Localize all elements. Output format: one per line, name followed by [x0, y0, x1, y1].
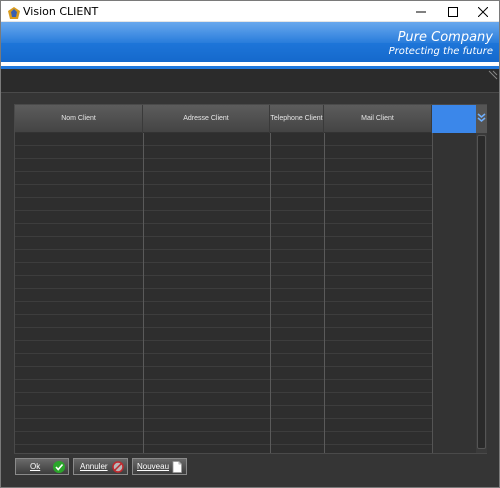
table-row[interactable]: [15, 237, 432, 250]
table-row[interactable]: [15, 250, 432, 263]
window-title: Vision CLIENT: [23, 5, 99, 18]
company-name: Pure Company: [397, 30, 493, 45]
table-row[interactable]: [15, 263, 432, 276]
column-header-nom-client[interactable]: Nom Client: [15, 105, 143, 133]
cancel-icon: [112, 461, 124, 473]
table-row[interactable]: [15, 289, 432, 302]
company-tagline: Protecting the future: [388, 46, 493, 57]
client-table[interactable]: Nom Client Adresse Client Telephone Clie…: [14, 104, 487, 454]
new-document-icon: [171, 461, 183, 473]
column-divider: [143, 133, 144, 453]
table-row[interactable]: [15, 276, 432, 289]
ok-button-label: Ok: [30, 462, 41, 471]
toolbar-strip: [1, 69, 499, 93]
close-button[interactable]: [467, 1, 499, 22]
annuler-button[interactable]: Annuler: [73, 458, 128, 475]
table-row[interactable]: [15, 146, 432, 159]
app-window: Vision CLIENT Pure Company Protecting th…: [0, 0, 500, 488]
table-row[interactable]: [15, 328, 432, 341]
table-header: Nom Client Adresse Client Telephone Clie…: [15, 105, 432, 133]
ok-button[interactable]: Ok: [15, 458, 69, 475]
table-row[interactable]: [15, 393, 432, 406]
table-row[interactable]: [15, 185, 432, 198]
table-row[interactable]: [15, 419, 432, 432]
double-chevron-down-icon: [477, 113, 486, 122]
table-row[interactable]: [15, 432, 432, 445]
table-row[interactable]: [15, 406, 432, 419]
nouveau-button-label: Nouveau: [137, 462, 170, 471]
minimize-button[interactable]: [405, 1, 437, 22]
table-row[interactable]: [15, 315, 432, 328]
maximize-button[interactable]: [437, 1, 469, 22]
table-row[interactable]: [15, 172, 432, 185]
scroll-down-button[interactable]: [476, 105, 487, 133]
table-row[interactable]: [15, 341, 432, 354]
column-header-adresse-client[interactable]: Adresse Client: [143, 105, 270, 133]
header-accent-block: [432, 105, 476, 133]
app-icon: [8, 6, 20, 19]
close-icon: [478, 6, 488, 17]
header-banner: Pure Company Protecting the future: [1, 22, 499, 62]
vertical-scrollbar[interactable]: [476, 133, 487, 453]
title-bar[interactable]: Vision CLIENT: [1, 1, 499, 22]
column-header-mail-client[interactable]: Mail Client: [324, 105, 432, 133]
table-row[interactable]: [15, 367, 432, 380]
table-row[interactable]: [15, 354, 432, 367]
column-divider: [270, 133, 271, 453]
resize-grip-icon[interactable]: [485, 69, 499, 93]
side-pane: [432, 133, 476, 453]
table-row[interactable]: [15, 198, 432, 211]
table-body: [15, 133, 432, 453]
checkmark-icon: [53, 461, 65, 473]
nouveau-button[interactable]: Nouveau: [132, 458, 187, 475]
annuler-button-label: Annuler: [80, 462, 108, 471]
maximize-icon: [448, 6, 458, 17]
column-header-telephone-client[interactable]: Telephone Client: [270, 105, 324, 133]
table-row[interactable]: [15, 211, 432, 224]
table-row[interactable]: [15, 380, 432, 393]
table-row[interactable]: [15, 224, 432, 237]
table-row[interactable]: [15, 159, 432, 172]
scrollbar-thumb[interactable]: [477, 135, 486, 449]
column-divider: [324, 133, 325, 453]
minimize-icon: [416, 11, 426, 12]
table-row[interactable]: [15, 302, 432, 315]
table-row[interactable]: [15, 133, 432, 146]
